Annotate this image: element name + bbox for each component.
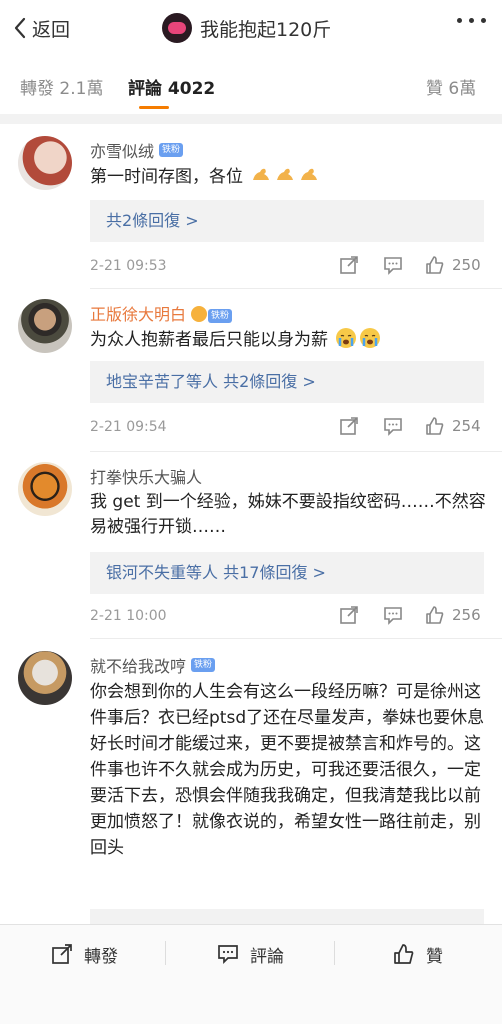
share-icon[interactable]: [338, 254, 360, 276]
flex-arm-emoji-icon: [253, 168, 270, 180]
comment-icon: [218, 945, 238, 965]
like-count: 254: [452, 417, 481, 435]
tab-comments[interactable]: 評論 4022: [128, 74, 215, 99]
thumbs-up-icon: [426, 606, 444, 624]
flex-arm-emoji-icon: [277, 168, 294, 180]
comment-item: 打拳快乐大骗人 我 get 到一个经验，姊妹不要設指纹密码……不然容易被强行开锁…: [0, 452, 502, 638]
fan-badge: 铁粉: [159, 143, 184, 157]
comment-username[interactable]: 打拳快乐大骗人: [90, 464, 202, 488]
thumbs-up-icon: [426, 417, 444, 435]
comment-username[interactable]: 亦雪似绒 铁粉: [90, 138, 184, 162]
like-bottom-button[interactable]: 贊: [392, 939, 443, 969]
fan-badge: 铁粉: [191, 658, 216, 672]
share-icon[interactable]: [338, 604, 360, 626]
comment-item: 正版徐大明白 铁粉 为众人抱薪者最后只能以身为薪 地宝辛苦了等人 共2條回復 >…: [0, 289, 502, 451]
top-nav-bar: 返回 我能抱起120斤: [0, 0, 502, 56]
comment-text: 你会想到你的人生会有这么一段经历嘛？可是徐州这件事后？衣已经ptsd了还在尽量发…: [90, 682, 485, 858]
page-title: 我能抱起120斤: [200, 18, 332, 41]
tab-repost[interactable]: 轉發 2.1萬: [20, 74, 103, 99]
comment-button[interactable]: 評論: [216, 939, 284, 969]
crying-face-emoji-icon: [336, 328, 357, 348]
section-divider: [0, 114, 502, 124]
like-label: 贊: [426, 946, 443, 967]
comment-meta: 2-21 10:00 256: [90, 604, 484, 630]
fan-badge: 铁粉: [208, 309, 233, 323]
more-options-icon[interactable]: [457, 18, 486, 23]
comment-icon[interactable]: [382, 415, 404, 437]
like-button[interactable]: 250: [424, 254, 481, 276]
comment-text: 为众人抱薪者最后只能以身为薪: [90, 327, 486, 353]
comment-label: 評論: [250, 946, 284, 967]
chevron-left-icon: [14, 17, 26, 39]
comment-time: 2-21 09:54: [90, 419, 167, 435]
reply-thread-link[interactable]: [90, 909, 484, 924]
tab-likes[interactable]: 贊 6萬: [426, 74, 476, 99]
comment-text: 我 get 到一个经验，姊妹不要設指纹密码……不然容易被强行开锁……: [90, 492, 486, 537]
like-button[interactable]: 256: [424, 604, 481, 626]
avatar[interactable]: [18, 462, 72, 516]
back-label: 返回: [32, 18, 71, 41]
divider: [334, 941, 335, 965]
comment-username[interactable]: 就不给我改哼 铁粉: [90, 653, 216, 677]
comment-item: 亦雪似绒 铁粉 第一时间存图，各位 共2條回復 > 2-21 09:53 250: [0, 124, 502, 288]
comment-meta: 2-21 09:53 250: [90, 254, 484, 280]
avatar[interactable]: [18, 136, 72, 190]
flex-arm-emoji-icon: [301, 168, 318, 180]
comment-item: 就不给我改哼 铁粉 你会想到你的人生会有这么一段经历嘛？可是徐州这件事后？衣已经…: [0, 639, 502, 924]
vip-emoji-icon: [191, 305, 208, 322]
share-icon[interactable]: [338, 415, 360, 437]
comment-text: 第一时间存图，各位: [90, 164, 486, 190]
like-count: 256: [452, 606, 481, 624]
comment-icon[interactable]: [382, 254, 404, 276]
share-icon: [52, 944, 72, 964]
avatar[interactable]: [18, 651, 72, 705]
comment-time: 2-21 09:53: [90, 258, 167, 274]
page-title-group[interactable]: 我能抱起120斤: [162, 12, 331, 44]
author-avatar: [162, 13, 192, 43]
back-button[interactable]: 返回: [12, 12, 70, 44]
comment-meta: 2-21 09:54 254: [90, 415, 484, 441]
active-tab-indicator: [139, 106, 169, 109]
comment-username[interactable]: 正版徐大明白 铁粉: [90, 301, 233, 325]
reply-thread-link[interactable]: 银河不失重等人 共17條回復 >: [90, 552, 484, 594]
like-count: 250: [452, 256, 481, 274]
divider: [165, 941, 166, 965]
thumbs-up-icon: [426, 256, 444, 274]
bottom-action-bar: 轉發 評論 贊: [0, 924, 502, 1024]
repost-label: 轉發: [84, 946, 118, 967]
comment-time: 2-21 10:00: [90, 608, 167, 624]
like-button[interactable]: 254: [424, 415, 481, 437]
avatar[interactable]: [18, 299, 72, 353]
repost-button[interactable]: 轉發: [50, 939, 118, 969]
tab-bar: 轉發 2.1萬 評論 4022 贊 6萬: [0, 56, 502, 114]
reply-thread-link[interactable]: 地宝辛苦了等人 共2條回復 >: [90, 361, 484, 403]
crying-face-emoji-icon: [360, 328, 381, 348]
thumbs-up-icon: [394, 944, 414, 964]
reply-thread-link[interactable]: 共2條回復 >: [90, 200, 484, 242]
comment-icon[interactable]: [382, 604, 404, 626]
